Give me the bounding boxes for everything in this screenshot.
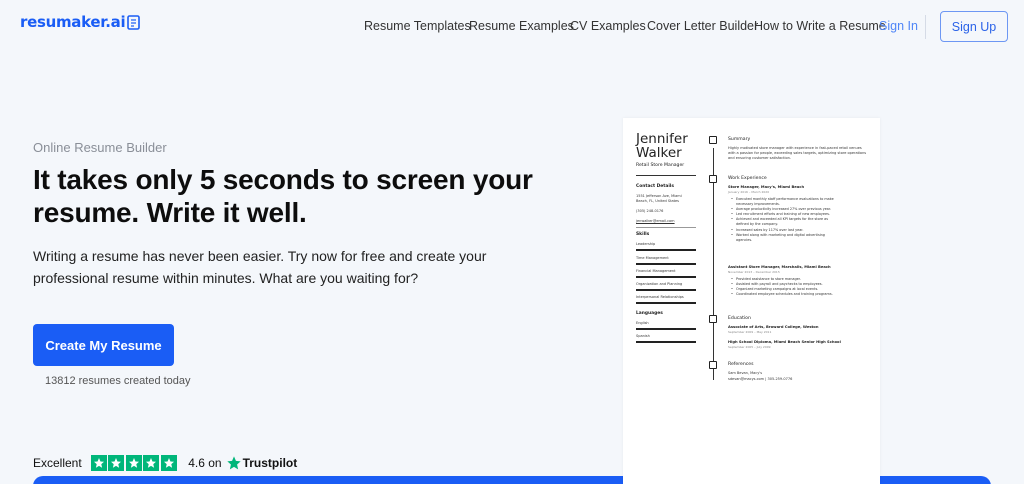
resumes-created-count: 13812 resumes created today xyxy=(45,375,191,387)
rating-stars xyxy=(90,455,179,471)
site-header: resumaker.ai Resume Templates Resume Exa… xyxy=(0,0,1024,52)
trustpilot-brand: Trustpilot xyxy=(242,456,298,470)
logo[interactable]: resumaker.ai xyxy=(20,13,141,31)
language-item: Spanish xyxy=(636,334,650,338)
star-icon xyxy=(143,455,160,471)
sign-up-button[interactable]: Sign Up xyxy=(940,11,1008,42)
education-title: High School Diploma, Miami Beach Senior … xyxy=(728,340,841,344)
hero-eyebrow: Online Resume Builder xyxy=(33,140,167,155)
language-item: English xyxy=(636,321,649,325)
skill-item: Interpersonal Relationships xyxy=(636,295,684,299)
trustpilot-rating[interactable]: Excellent 4.6 on Trustpilot xyxy=(33,455,297,471)
hero-lead: Writing a resume has never been easier. … xyxy=(33,248,487,286)
job-bullets: Provided assistance to store manager. As… xyxy=(731,277,833,297)
resume-divider xyxy=(636,227,696,228)
skill-item: Organization and Planning xyxy=(636,282,683,286)
trustpilot-logo: Trustpilot xyxy=(226,455,298,471)
resume-preview: Jennifer Walker Retail Store Manager Con… xyxy=(623,118,880,484)
resume-name: Jennifer Walker xyxy=(636,132,688,160)
skill-bar xyxy=(636,263,696,265)
job-bullets: Executed monthly staff performance evalu… xyxy=(731,197,834,243)
work-heading: Work Experience xyxy=(728,176,767,181)
star-icon xyxy=(160,455,177,471)
references-heading: References xyxy=(728,362,754,367)
logo-text: resumaker.ai xyxy=(20,13,126,31)
nav-cover-letter-builder[interactable]: Cover Letter Builder xyxy=(647,19,758,33)
create-resume-button[interactable]: Create My Resume xyxy=(33,324,174,366)
resume-divider xyxy=(636,175,696,176)
job-date: November 2013 – December 2015 xyxy=(728,270,780,274)
nav-how-to-write-resume[interactable]: How to Write a Resume xyxy=(754,19,886,33)
language-bar xyxy=(636,328,696,330)
star-icon xyxy=(125,455,142,471)
briefcase-icon xyxy=(709,175,717,183)
sign-in-link[interactable]: Sign In xyxy=(879,19,918,33)
resume-last-name: Walker xyxy=(636,145,682,161)
job-date: January 2016 – March 2020 xyxy=(728,190,770,194)
star-icon xyxy=(90,455,107,471)
hero-headline: It takes only 5 seconds to screen your r… xyxy=(33,164,533,228)
reference-name: Sam Bevan, Macy's xyxy=(728,371,763,375)
skill-bar xyxy=(636,289,696,291)
education-date: September 2005 – July 2009 xyxy=(728,345,771,349)
job-title: Store Manager, Macy's, Miami Beach xyxy=(728,185,805,189)
skill-bar xyxy=(636,302,696,304)
bullet-cont: agencies. xyxy=(736,237,753,242)
skill-item: Financial Management xyxy=(636,269,676,273)
resume-first-name: Jennifer xyxy=(636,131,688,147)
summary-icon xyxy=(709,136,717,144)
contact-phone: (305) 248-0176 xyxy=(636,209,664,213)
contact-line: Beach, FL, United States xyxy=(636,199,679,203)
megaphone-icon xyxy=(709,361,717,369)
nav-cv-examples[interactable]: CV Examples xyxy=(570,19,646,33)
education-heading: Education xyxy=(728,316,751,321)
rating-value: 4.6 on xyxy=(188,456,222,470)
graduation-cap-icon xyxy=(709,315,717,323)
document-icon xyxy=(127,14,141,30)
summary-text: Highly motivated store manager with expe… xyxy=(728,146,867,161)
skill-bar xyxy=(636,276,696,278)
summary-heading: Summary xyxy=(728,137,751,142)
star-icon xyxy=(108,455,125,471)
education-date: September 2009 – May 2011 xyxy=(728,330,772,334)
nav-resume-templates[interactable]: Resume Templates xyxy=(364,19,471,33)
resume-job-title: Retail Store Manager xyxy=(636,163,685,168)
bullet: Coordinated employee schedules and train… xyxy=(731,292,833,297)
rating-label: Excellent xyxy=(33,456,82,470)
skills-heading: Skills xyxy=(636,232,650,237)
header-divider xyxy=(925,15,926,39)
languages-heading: Languages xyxy=(636,311,663,316)
skill-item: Leadership xyxy=(636,242,656,246)
job-title: Assistant Store Manager, Marshalls, Miam… xyxy=(728,265,831,269)
contact-heading: Contact Details xyxy=(636,184,674,189)
language-bar xyxy=(636,341,696,343)
trustpilot-star-icon xyxy=(226,456,241,470)
contact-email: jenwalker@email.com xyxy=(636,219,675,223)
education-title: Associate of Arts, Broward College, West… xyxy=(728,325,819,329)
nav-resume-examples[interactable]: Resume Examples xyxy=(469,19,574,33)
skill-bar xyxy=(636,249,696,251)
skill-item: Time Management xyxy=(636,256,669,260)
reference-contact: sdevan@macys.com | 305-259-0776 xyxy=(728,377,793,381)
